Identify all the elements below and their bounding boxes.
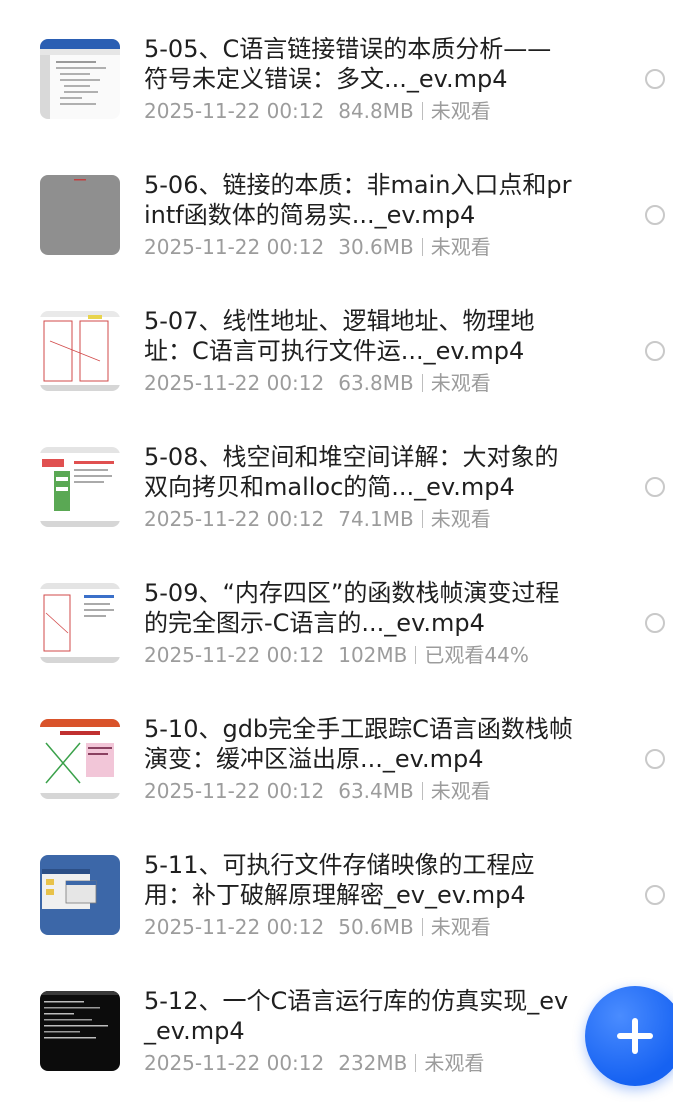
select-radio[interactable] bbox=[645, 749, 665, 769]
video-title: 5-12、一个C语言运行库的仿真实现_ev_ev.mp4 bbox=[144, 987, 569, 1045]
meta-divider bbox=[421, 918, 423, 936]
meta-divider bbox=[421, 238, 423, 256]
video-meta: 2025-11-22 00:12 74.1MB 未观看 bbox=[144, 506, 491, 532]
select-radio[interactable] bbox=[645, 885, 665, 905]
video-title: 5-10、gdb完全手工跟踪C语言函数栈帧演变：缓冲区溢出原..._ev.mp4 bbox=[144, 715, 573, 773]
slide-thumbnail bbox=[40, 719, 120, 799]
watch-status: 未观看 bbox=[430, 779, 491, 803]
video-size: 74.1MB bbox=[338, 507, 414, 531]
terminal-thumbnail bbox=[40, 991, 120, 1071]
video-size: 84.8MB bbox=[338, 99, 414, 123]
watch-status: 未观看 bbox=[430, 915, 491, 939]
video-title: 5-08、栈空间和堆空间详解：大对象的双向拷贝和malloc的简..._ev.m… bbox=[144, 443, 559, 501]
list-item[interactable]: 5-11、可执行文件存储映像的工程应用：补丁破解原理解密_ev_ev.mp4 2… bbox=[0, 830, 673, 966]
list-item[interactable]: 5-09、“内存四区”的函数栈帧演变过程的完全图示-C语言的..._ev.mp4… bbox=[0, 558, 673, 694]
watch-status: 未观看 bbox=[430, 507, 491, 531]
meta-divider bbox=[415, 646, 417, 664]
desktop-thumbnail bbox=[40, 855, 120, 935]
video-size: 63.8MB bbox=[338, 371, 414, 395]
watch-status: 未观看 bbox=[430, 371, 491, 395]
meta-divider bbox=[415, 1054, 417, 1072]
meta-divider bbox=[421, 102, 423, 120]
select-radio[interactable] bbox=[645, 613, 665, 633]
slide-thumbnail bbox=[40, 311, 120, 391]
list-item[interactable]: 5-12、一个C语言运行库的仿真实现_ev_ev.mp4 2025-11-22 … bbox=[0, 966, 673, 1102]
list-item[interactable]: 5-07、线性地址、逻辑地址、物理地址：C语言可执行文件运..._ev.mp4 … bbox=[0, 286, 673, 422]
gray-thumbnail bbox=[40, 175, 120, 255]
video-date: 2025-11-22 00:12 bbox=[144, 507, 325, 531]
video-date: 2025-11-22 00:12 bbox=[144, 1051, 325, 1075]
video-size: 30.6MB bbox=[338, 235, 414, 259]
select-radio[interactable] bbox=[645, 341, 665, 361]
video-meta: 2025-11-22 00:12 84.8MB 未观看 bbox=[144, 98, 491, 124]
list-item[interactable]: 5-05、C语言链接错误的本质分析——符号未定义错误：多文..._ev.mp4 … bbox=[0, 14, 673, 150]
list-item[interactable]: 5-08、栈空间和堆空间详解：大对象的双向拷贝和malloc的简..._ev.m… bbox=[0, 422, 673, 558]
select-radio[interactable] bbox=[645, 477, 665, 497]
slide-thumbnail bbox=[40, 447, 120, 527]
video-size: 63.4MB bbox=[338, 779, 414, 803]
watch-status: 已观看44% bbox=[424, 643, 529, 667]
video-meta: 2025-11-22 00:12 50.6MB 未观看 bbox=[144, 914, 491, 940]
video-date: 2025-11-22 00:12 bbox=[144, 99, 325, 123]
watch-status: 未观看 bbox=[430, 99, 491, 123]
video-date: 2025-11-22 00:12 bbox=[144, 779, 325, 803]
video-size: 50.6MB bbox=[338, 915, 414, 939]
video-meta: 2025-11-22 00:12 63.4MB 未观看 bbox=[144, 778, 491, 804]
video-date: 2025-11-22 00:12 bbox=[144, 371, 325, 395]
document-thumbnail bbox=[40, 39, 120, 119]
meta-divider bbox=[421, 510, 423, 528]
video-date: 2025-11-22 00:12 bbox=[144, 643, 325, 667]
video-title: 5-11、可执行文件存储映像的工程应用：补丁破解原理解密_ev_ev.mp4 bbox=[144, 851, 535, 909]
video-meta: 2025-11-22 00:12 63.8MB 未观看 bbox=[144, 370, 491, 396]
plus-icon bbox=[617, 1018, 653, 1054]
list-item[interactable]: 5-06、链接的本质：非main入口点和printf函数体的简易实..._ev.… bbox=[0, 150, 673, 286]
select-radio[interactable] bbox=[645, 205, 665, 225]
slide-thumbnail bbox=[40, 583, 120, 663]
video-size: 232MB bbox=[338, 1051, 408, 1075]
video-title: 5-06、链接的本质：非main入口点和printf函数体的简易实..._ev.… bbox=[144, 171, 572, 229]
list-item[interactable]: 5-10、gdb完全手工跟踪C语言函数栈帧演变：缓冲区溢出原..._ev.mp4… bbox=[0, 694, 673, 830]
video-size: 102MB bbox=[338, 643, 408, 667]
meta-divider bbox=[421, 782, 423, 800]
watch-status: 未观看 bbox=[430, 235, 491, 259]
meta-divider bbox=[421, 374, 423, 392]
video-title: 5-05、C语言链接错误的本质分析——符号未定义错误：多文..._ev.mp4 bbox=[144, 35, 552, 93]
select-radio[interactable] bbox=[645, 69, 665, 89]
video-date: 2025-11-22 00:12 bbox=[144, 915, 325, 939]
video-date: 2025-11-22 00:12 bbox=[144, 235, 325, 259]
video-meta: 2025-11-22 00:12 30.6MB 未观看 bbox=[144, 234, 491, 260]
video-meta: 2025-11-22 00:12 102MB 已观看44% bbox=[144, 642, 529, 668]
video-meta: 2025-11-22 00:12 232MB 未观看 bbox=[144, 1050, 484, 1076]
watch-status: 未观看 bbox=[424, 1051, 485, 1075]
video-title: 5-09、“内存四区”的函数栈帧演变过程的完全图示-C语言的..._ev.mp4 bbox=[144, 579, 560, 637]
video-title: 5-07、线性地址、逻辑地址、物理地址：C语言可执行文件运..._ev.mp4 bbox=[144, 307, 535, 365]
